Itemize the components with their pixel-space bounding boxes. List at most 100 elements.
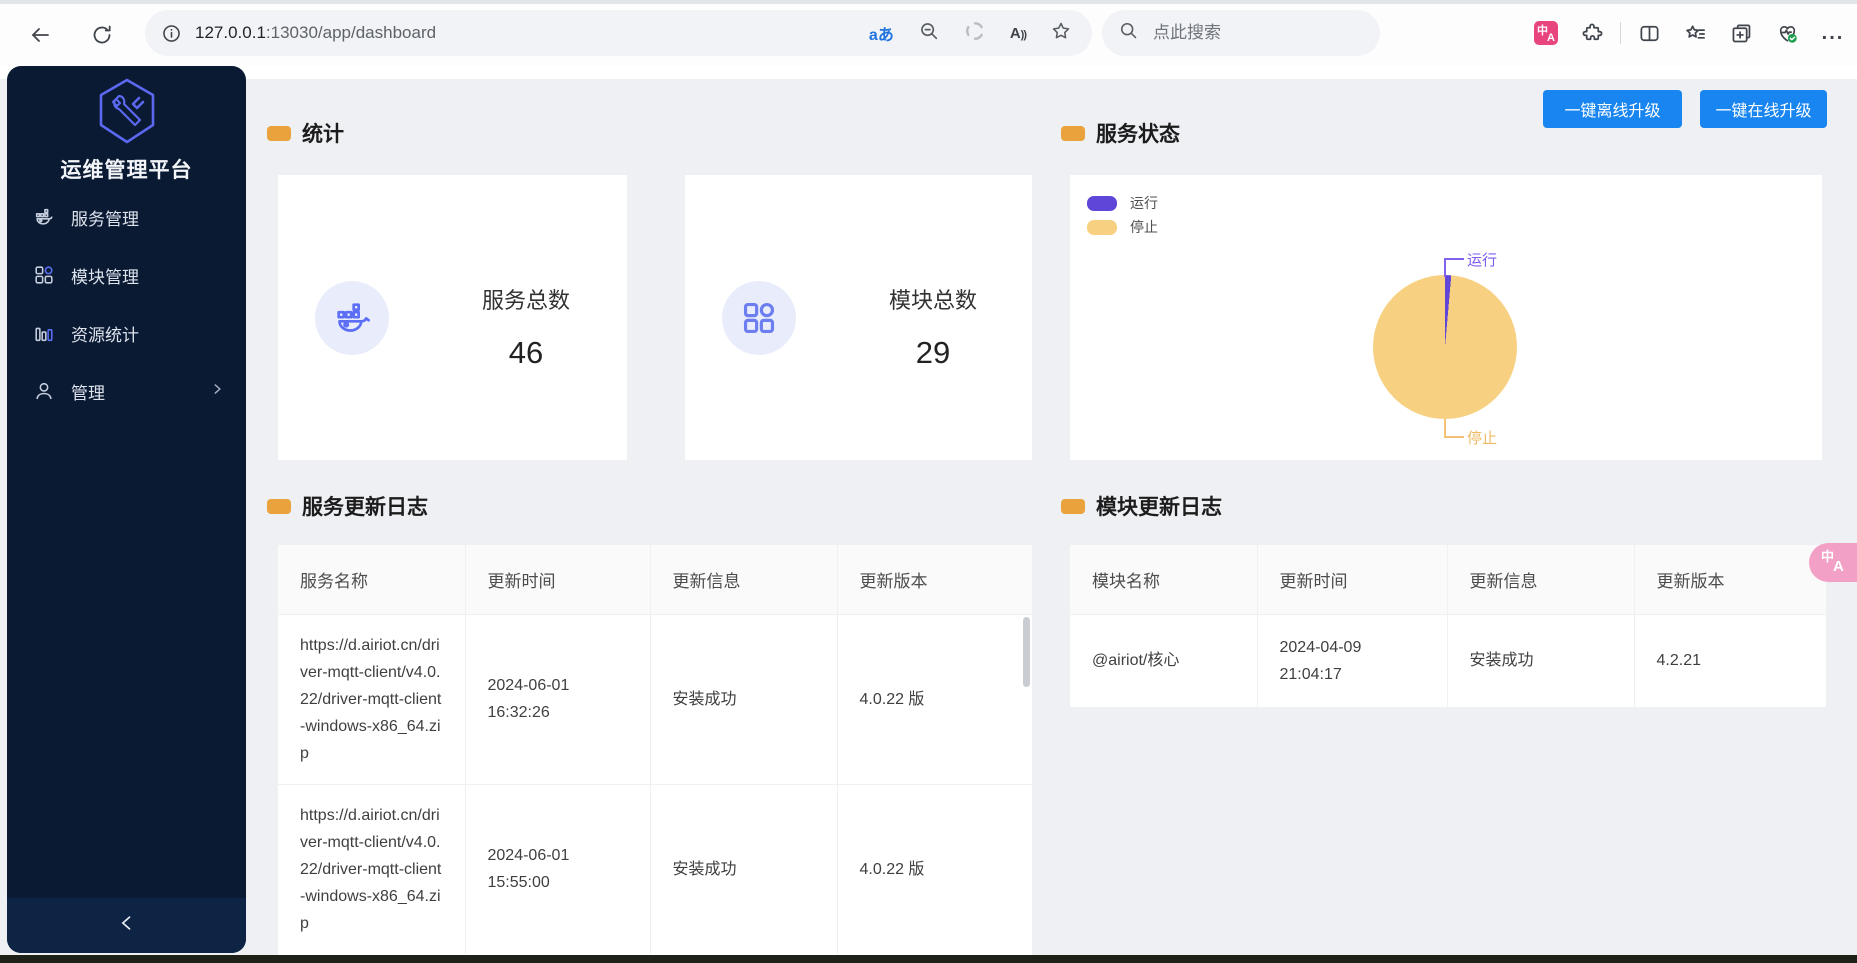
table-row[interactable]: https://d.airiot.cn/driver-mqtt-client/v… — [278, 614, 1032, 784]
cell-update-info: 安装成功 — [1447, 614, 1634, 707]
browser-essentials-icon[interactable] — [1769, 15, 1805, 51]
extensions-icon[interactable] — [1574, 15, 1610, 51]
legend-swatch — [1087, 196, 1117, 211]
table-row[interactable]: @airiot/核心 2024-04-0921:04:17 安装成功 4.2.2… — [1070, 614, 1826, 707]
modules-icon — [33, 264, 55, 286]
favorites-icon[interactable] — [1677, 15, 1713, 51]
column-header[interactable]: 更新时间 — [465, 545, 650, 614]
table-scrollbar[interactable] — [1023, 617, 1030, 687]
sidebar-item-service-mgmt[interactable]: 服务管理 — [7, 188, 246, 246]
service-status-section-header: 服务状态 — [1061, 118, 1180, 148]
cell-module-name: @airiot/核心 — [1070, 614, 1257, 707]
column-header[interactable]: 更新时间 — [1257, 545, 1447, 614]
screen: 127.0.0.1:13030/app/dashboard aあ A)) — [0, 0, 1857, 963]
sidebar: 运维管理平台 服务管理 模块管理 资源统计 — [7, 66, 246, 953]
back-icon[interactable] — [22, 17, 58, 53]
sidebar-item-resource-stats[interactable]: 资源统计 — [7, 304, 246, 362]
table-row[interactable]: https://d.airiot.cn/driver-mqtt-client/v… — [278, 784, 1032, 954]
section-title: 服务更新日志 — [302, 491, 428, 521]
search-input[interactable] — [1151, 22, 1325, 44]
cell-service-name: https://d.airiot.cn/driver-mqtt-client/v… — [278, 614, 465, 784]
section-marker — [1061, 499, 1085, 514]
service-log-section-header: 服务更新日志 — [267, 491, 428, 521]
app-logo toolbox-hexagon-icon — [7, 76, 246, 153]
section-marker — [267, 126, 291, 141]
online-upgrade-button[interactable]: 一键在线升级 — [1700, 90, 1827, 128]
cell-update-version: 4.0.22 版 — [837, 784, 1032, 954]
service-status-card: 运行 停止 运行 停止 — [1070, 175, 1822, 460]
url-text[interactable]: 127.0.0.1:13030/app/dashboard — [195, 23, 869, 43]
stats-section-header: 统计 — [267, 118, 344, 148]
sidebar-item-label: 资源统计 — [71, 321, 224, 346]
stat-label: 模块总数 — [853, 283, 1013, 315]
legend-item-stopped[interactable]: 停止 — [1087, 217, 1158, 237]
toolbar-divider — [1620, 22, 1621, 44]
refresh-icon[interactable] — [84, 17, 120, 53]
modules-icon — [722, 281, 796, 355]
cell-service-name: https://d.airiot.cn/driver-mqtt-client/v… — [278, 784, 465, 954]
column-header[interactable]: 更新版本 — [837, 545, 1032, 614]
chevron-left-icon — [117, 913, 137, 938]
module-log-section-header: 模块更新日志 — [1061, 491, 1222, 521]
zoom-out-icon[interactable] — [918, 20, 940, 47]
legend-label: 运行 — [1130, 193, 1158, 213]
cell-update-time: 2024-06-0115:55:00 — [465, 784, 650, 954]
collections-icon[interactable] — [1723, 15, 1759, 51]
split-screen-icon[interactable] — [1631, 15, 1667, 51]
service-log-table: 服务名称 更新时间 更新信息 更新版本 https://d.airiot.cn/… — [278, 545, 1032, 955]
stat-label: 服务总数 — [446, 283, 606, 315]
user-icon — [33, 380, 55, 402]
pie-callout-line — [1444, 258, 1464, 277]
translate-app-icon[interactable]: 中A — [1528, 15, 1564, 51]
chevron-right-icon — [210, 381, 224, 401]
sidebar-item-admin[interactable]: 管理 — [7, 362, 246, 420]
cell-update-time: 2024-04-0921:04:17 — [1257, 614, 1447, 707]
stat-card-services: 服务总数 46 — [278, 175, 627, 460]
column-header[interactable]: 服务名称 — [278, 545, 465, 614]
settings-menu-icon[interactable]: ... — [1815, 15, 1851, 51]
column-header[interactable]: 更新版本 — [1634, 545, 1826, 614]
docker-icon — [315, 281, 389, 355]
floating-translate-button translate-icon[interactable]: 中 A — [1809, 543, 1857, 582]
legend-item-running[interactable]: 运行 — [1087, 193, 1158, 213]
sidebar-item-module-mgmt[interactable]: 模块管理 — [7, 246, 246, 304]
table-header-row: 服务名称 更新时间 更新信息 更新版本 — [278, 545, 1032, 614]
status-pie-chart[interactable] — [1373, 275, 1517, 419]
stat-value: 46 — [446, 335, 606, 371]
sidebar-item-label: 服务管理 — [71, 205, 224, 230]
quick-search-box[interactable] — [1102, 10, 1380, 56]
read-aloud-icon[interactable]: A)) — [1010, 25, 1026, 42]
offline-upgrade-button[interactable]: 一键离线升级 — [1543, 90, 1682, 128]
stat-card-modules: 模块总数 29 — [685, 175, 1032, 460]
section-title: 统计 — [302, 118, 344, 148]
section-marker — [1061, 126, 1085, 141]
browser-toolbar: 127.0.0.1:13030/app/dashboard aあ A)) — [0, 4, 1857, 67]
cell-update-time: 2024-06-0116:32:26 — [465, 614, 650, 784]
taskbar-edge — [0, 955, 1857, 963]
section-title: 服务状态 — [1096, 118, 1180, 148]
stat-value: 29 — [853, 335, 1013, 371]
favorite-star-icon[interactable] — [1050, 20, 1072, 47]
cell-update-version: 4.2.21 — [1634, 614, 1826, 707]
content-top-band — [0, 66, 1857, 79]
pie-label-running: 运行 — [1467, 249, 1497, 270]
cell-update-info: 安装成功 — [650, 784, 837, 954]
sidebar-collapse-button[interactable] — [7, 898, 246, 953]
app-title: 运维管理平台 — [7, 154, 246, 184]
column-header[interactable]: 更新信息 — [1447, 545, 1634, 614]
table-header-row: 模块名称 更新时间 更新信息 更新版本 — [1070, 545, 1826, 614]
module-log-table: 模块名称 更新时间 更新信息 更新版本 @airiot/核心 2024-04-0… — [1070, 545, 1826, 707]
cell-update-info: 安装成功 — [650, 614, 837, 784]
legend-label: 停止 — [1130, 217, 1158, 237]
column-header[interactable]: 模块名称 — [1070, 545, 1257, 614]
translate-inline-icon[interactable]: aあ — [869, 21, 894, 45]
column-header[interactable]: 更新信息 — [650, 545, 837, 614]
legend-swatch — [1087, 220, 1117, 235]
section-marker — [267, 499, 291, 514]
address-bar[interactable]: 127.0.0.1:13030/app/dashboard aあ A)) — [145, 10, 1092, 56]
cell-update-version: 4.0.22 版 — [837, 614, 1032, 784]
sidebar-item-label: 模块管理 — [71, 263, 224, 288]
sidebar-item-label: 管理 — [71, 379, 210, 404]
site-info-icon[interactable] — [159, 15, 183, 51]
tracking-prevention-icon[interactable] — [964, 20, 986, 47]
